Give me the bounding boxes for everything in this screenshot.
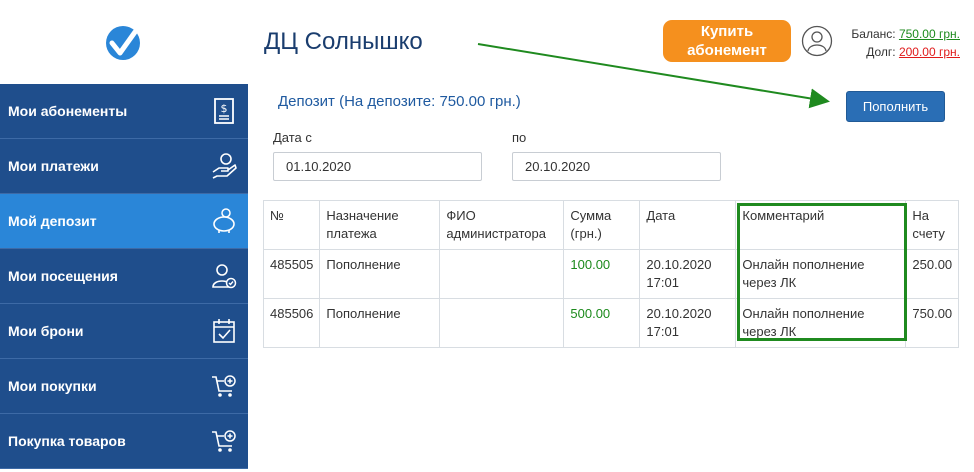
column-header: Назначение платежа: [319, 200, 441, 250]
buy-subscription-button[interactable]: Купить абонемент: [663, 20, 791, 62]
calendar-check-icon: [213, 319, 235, 343]
balance-info: Баланс: 750.00 грн. Долг: 200.00 грн.: [851, 25, 960, 61]
table-cell: 20.10.2020 17:01: [639, 298, 737, 348]
sidebar-item-deposit[interactable]: Мой депозит: [0, 194, 248, 249]
sidebar-item-visits[interactable]: Мои посещения: [0, 249, 248, 304]
column-header: На счету: [905, 200, 960, 250]
user-check-icon: [212, 264, 237, 289]
sidebar-item-bookings[interactable]: Мои брони: [0, 304, 248, 359]
date-from-label: Дата с: [273, 130, 312, 145]
cart-plus-icon: [212, 375, 236, 397]
balance-label: Баланс:: [851, 27, 896, 41]
sidebar-item-buy-goods[interactable]: Покупка товаров: [0, 414, 248, 469]
sidebar-item-label: Мои покупки: [8, 378, 97, 394]
debt-value[interactable]: 200.00 грн.: [899, 45, 960, 59]
date-to-input[interactable]: 20.10.2020: [512, 152, 721, 181]
table-cell: 20.10.2020 17:01: [639, 249, 737, 299]
table-cell: 750.00: [905, 298, 960, 348]
column-header: Сумма (грн.): [563, 200, 641, 250]
table-cell: Онлайн пополнение через ЛК: [735, 249, 907, 299]
sidebar-item-purchases[interactable]: Мои покупки: [0, 359, 248, 414]
page-title: ДЦ Солнышко: [264, 28, 423, 55]
logo-icon[interactable]: [104, 24, 142, 62]
svg-text:$: $: [221, 102, 228, 115]
piggy-bank-icon: [213, 208, 235, 233]
hand-coin-icon: [212, 153, 237, 179]
table-row: 485506 Пополнение 500.00 20.10.2020 17:0…: [262, 298, 960, 348]
table-header-row: № Назначение платежа ФИО администратора …: [262, 200, 960, 250]
table-cell: [439, 298, 565, 348]
column-header: ФИО администратора: [439, 200, 565, 250]
receipt-icon: $: [214, 98, 234, 124]
sidebar-item-label: Мои платежи: [8, 158, 99, 174]
topup-button[interactable]: Пополнить: [846, 91, 945, 122]
table-cell: Пополнение: [319, 249, 441, 299]
sidebar: Мои абонементы $ Мои платежи Мой депозит: [0, 0, 248, 472]
balance-value[interactable]: 750.00 грн.: [899, 27, 960, 41]
column-header: №: [262, 200, 321, 250]
column-header: Дата: [639, 200, 737, 250]
sidebar-menu: Мои абонементы $ Мои платежи Мой депозит: [0, 84, 248, 469]
sidebar-item-label: Мои посещения: [8, 268, 118, 284]
table-cell: 485506: [262, 298, 321, 348]
sidebar-item-subscriptions[interactable]: Мои абонементы $: [0, 84, 248, 139]
table-cell: 500.00: [563, 298, 641, 348]
deposit-table: № Назначение платежа ФИО администратора …: [262, 200, 960, 348]
sidebar-item-label: Мой депозит: [8, 213, 97, 229]
table-cell: [439, 249, 565, 299]
debt-label: Долг:: [866, 45, 896, 59]
sidebar-item-label: Мои абонементы: [8, 103, 128, 119]
table-cell: 250.00: [905, 249, 960, 299]
deposit-title: Депозит (На депозите: 750.00 грн.): [278, 93, 521, 110]
table-row: 485505 Пополнение 100.00 20.10.2020 17:0…: [262, 249, 960, 299]
table-cell: 485505: [262, 249, 321, 299]
table-cell: Пополнение: [319, 298, 441, 348]
table-cell: 100.00: [563, 249, 641, 299]
date-to-label: по: [512, 130, 527, 145]
sidebar-item-label: Покупка товаров: [8, 433, 126, 449]
cart-plus-icon: [212, 430, 236, 452]
user-avatar-icon[interactable]: [801, 25, 833, 57]
sidebar-item-payments[interactable]: Мои платежи: [0, 139, 248, 194]
date-from-input[interactable]: 01.10.2020: [273, 152, 482, 181]
table-cell: Онлайн пополнение через ЛК: [735, 298, 907, 348]
sidebar-item-label: Мои брони: [8, 323, 84, 339]
column-header: Комментарий: [735, 200, 907, 250]
